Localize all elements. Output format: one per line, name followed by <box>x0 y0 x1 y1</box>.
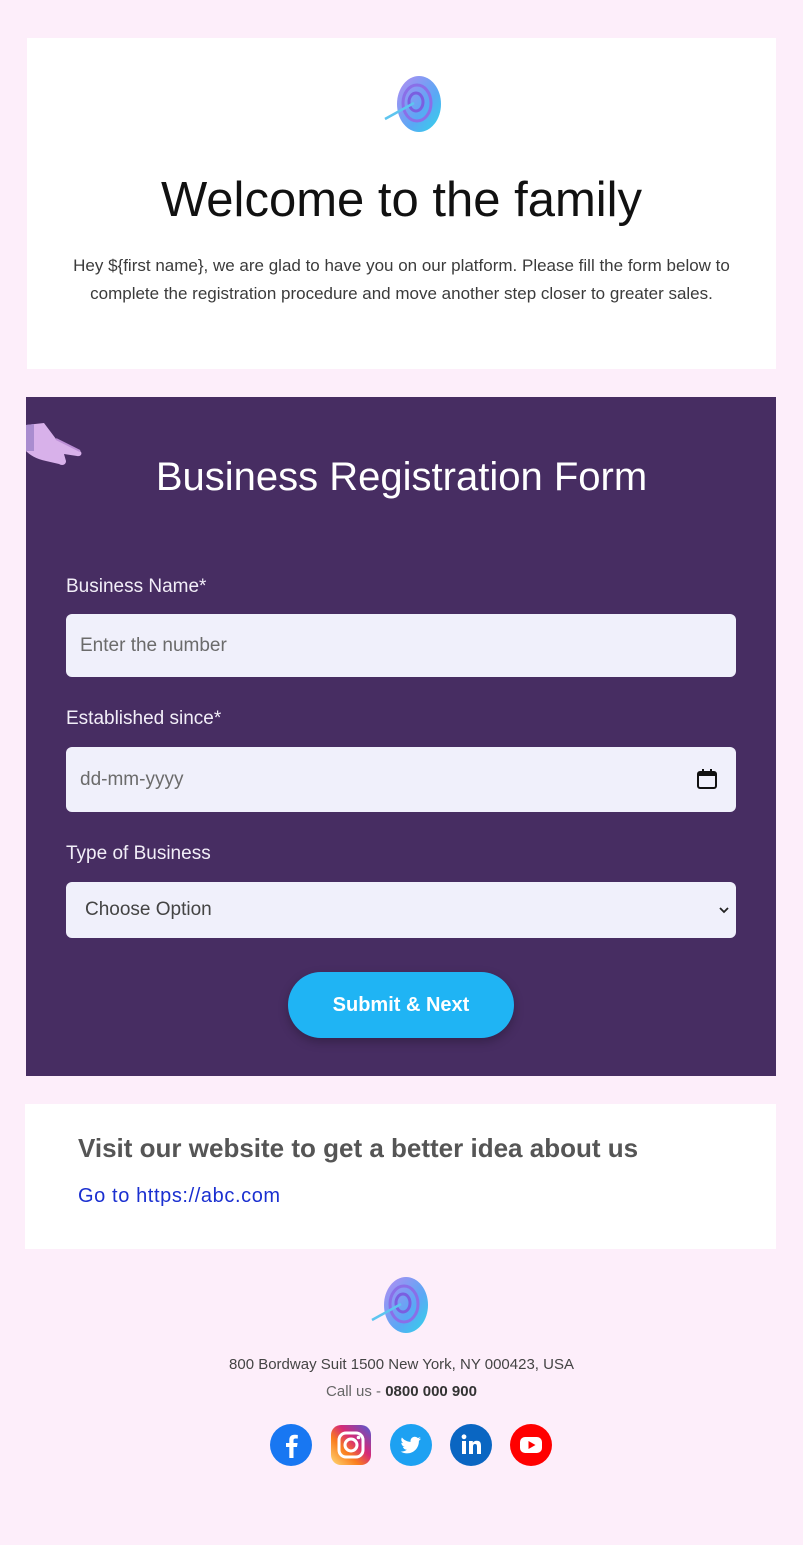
visit-title: Visit our website to get a better idea a… <box>78 1133 639 1163</box>
website-link[interactable]: Go to https://abc.com <box>78 1185 281 1208</box>
twitter-icon[interactable] <box>390 1424 432 1466</box>
welcome-card: Welcome to the family Hey ${first name},… <box>27 38 776 369</box>
footer-address: 800 Bordway Suit 1500 New York, NY 00042… <box>229 1356 574 1373</box>
business-name-placeholder: Enter the number <box>80 634 227 656</box>
footer-call: Call us - 0800 000 900 <box>0 1383 803 1400</box>
calendar-icon[interactable] <box>696 768 718 790</box>
submit-next-button[interactable]: Submit & Next <box>288 972 514 1038</box>
welcome-text: Hey ${first name}, we are glad to have y… <box>73 256 730 303</box>
target-logo-icon <box>384 76 441 132</box>
social-links <box>270 1424 552 1466</box>
established-since-label: Established since* <box>66 708 222 729</box>
youtube-icon[interactable] <box>510 1424 552 1466</box>
instagram-icon[interactable] <box>330 1424 372 1466</box>
business-name-input[interactable]: Enter the number <box>66 614 736 677</box>
business-type-label: Type of Business <box>66 843 211 864</box>
business-type-select[interactable]: Choose Option <box>66 882 736 938</box>
visit-website-card: Visit our website to get a better idea a… <box>25 1104 776 1249</box>
chevron-down-icon <box>719 907 729 914</box>
established-since-input[interactable]: dd-mm-yyyy <box>66 747 736 812</box>
established-since-placeholder: dd-mm-yyyy <box>80 768 184 790</box>
call-us-label: Call us - <box>326 1383 386 1400</box>
form-title: Business Registration Form <box>155 455 648 499</box>
business-type-selected: Choose Option <box>85 899 212 920</box>
welcome-title: Welcome to the family <box>160 173 643 227</box>
facebook-icon[interactable] <box>270 1424 312 1466</box>
footer-target-logo-icon <box>371 1277 428 1333</box>
linkedin-icon[interactable] <box>450 1424 492 1466</box>
business-name-label: Business Name* <box>66 576 207 597</box>
phone-number[interactable]: 0800 000 900 <box>385 1383 477 1400</box>
